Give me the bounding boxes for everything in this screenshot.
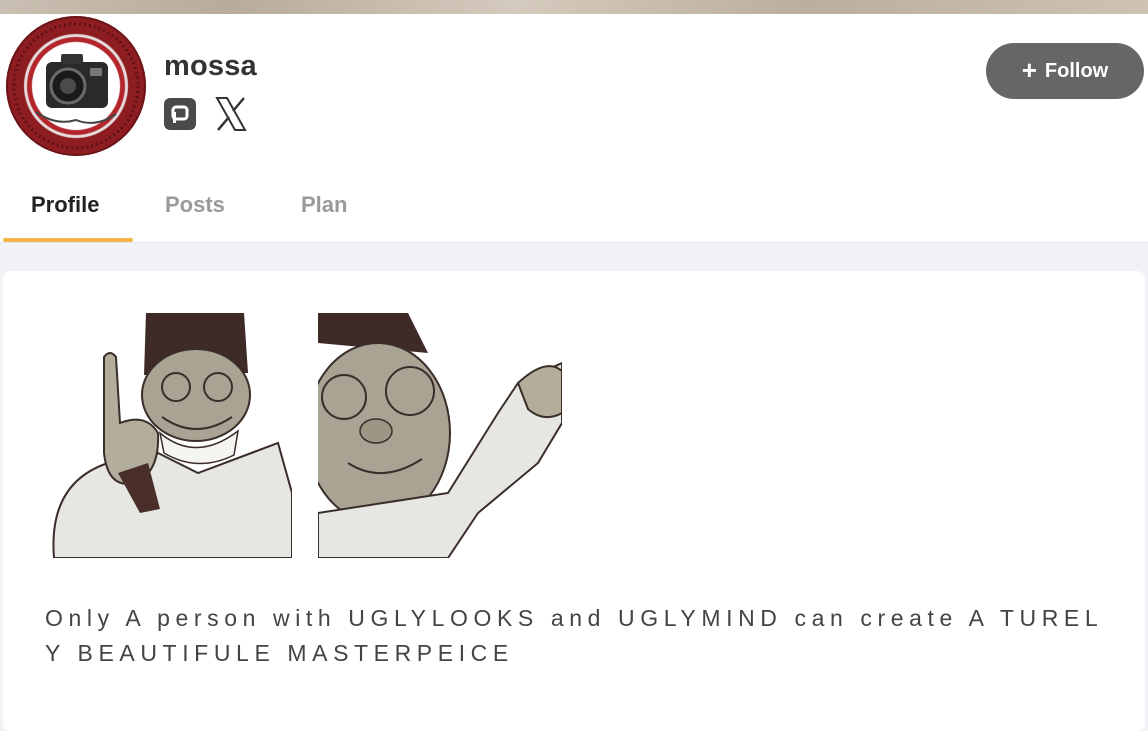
profile-content-card: Only A person with UGLYLOOKS and UGLYMIN… bbox=[3, 271, 1145, 731]
x-icon bbox=[215, 97, 247, 131]
character-illustration-left bbox=[48, 313, 292, 558]
tab-profile[interactable]: Profile bbox=[31, 192, 99, 218]
x-link[interactable] bbox=[214, 96, 248, 132]
character-illustration-right bbox=[318, 313, 562, 558]
avatar[interactable] bbox=[6, 16, 146, 156]
profile-bio: Only A person with UGLYLOOKS and UGLYMIN… bbox=[45, 605, 1103, 666]
pixiv-icon bbox=[171, 105, 189, 123]
active-tab-indicator bbox=[3, 238, 133, 242]
tab-plan[interactable]: Plan bbox=[301, 192, 347, 218]
tab-posts[interactable]: Posts bbox=[165, 192, 225, 218]
cover-banner bbox=[0, 0, 1148, 14]
follow-button[interactable]: + Follow bbox=[986, 43, 1144, 99]
follow-button-label: Follow bbox=[1044, 59, 1109, 82]
profile-tabs: Profile Posts Plan bbox=[0, 174, 1148, 242]
pixiv-link[interactable] bbox=[164, 98, 196, 130]
camera-avatar-icon bbox=[12, 22, 140, 150]
profile-header: mossa + Follow Profile Posts Plan bbox=[0, 14, 1148, 243]
plus-icon: + bbox=[1021, 55, 1037, 85]
username: mossa bbox=[164, 50, 257, 82]
